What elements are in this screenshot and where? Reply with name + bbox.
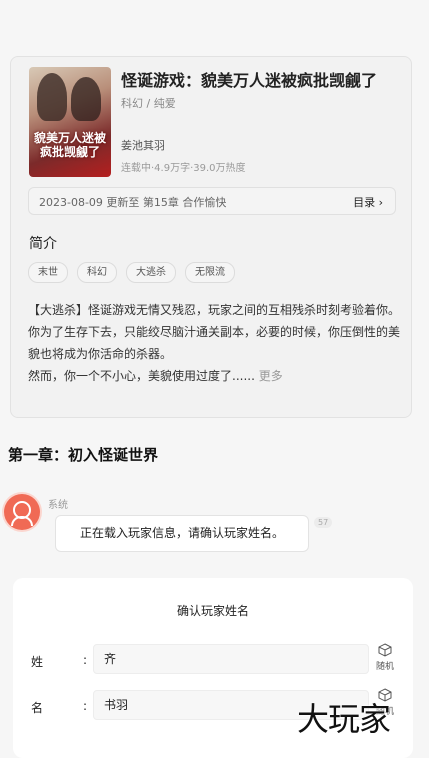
chapter-title: 第一章：初入怪诞世界 bbox=[8, 446, 159, 464]
toc-button[interactable]: 目录 › bbox=[353, 194, 383, 210]
user-body-icon bbox=[11, 516, 33, 526]
tag[interactable]: 大逃杀 bbox=[126, 262, 176, 283]
update-info: 2023-08-09 更新至 第15章 合作愉快 bbox=[39, 196, 227, 209]
tag[interactable]: 无限流 bbox=[185, 262, 235, 283]
random-surname-button[interactable]: 随机 bbox=[373, 643, 397, 672]
intro-line-last: 然而，你一个不小心，美貌使用过度了...... 更多 bbox=[28, 365, 400, 387]
random-label: 随机 bbox=[375, 662, 394, 672]
cover-figure bbox=[37, 73, 67, 121]
form-heading: 确认玩家姓名 bbox=[176, 604, 249, 618]
book-title: 怪诞游戏：貌美万人迷被疯批觊觎了 bbox=[121, 71, 378, 90]
tag-list: 末世 科幻 大逃杀 无限流 bbox=[28, 262, 235, 283]
book-cover[interactable]: 貌美万人迷被疯批觊觎了 bbox=[29, 67, 111, 177]
intro-heading: 简介 bbox=[29, 236, 57, 252]
colon: : bbox=[83, 699, 88, 713]
book-stats: 连载中·4.9万字·39.0万热度 bbox=[121, 163, 246, 174]
cover-figure bbox=[71, 77, 101, 121]
given-name-label: 名 bbox=[31, 701, 44, 715]
book-author[interactable]: 姜池其羽 bbox=[121, 137, 165, 153]
sender-name: 系统 bbox=[48, 500, 68, 511]
system-avatar bbox=[4, 494, 40, 530]
book-genre: 科幻 / 纯爱 bbox=[121, 97, 176, 110]
message-badge: 57 bbox=[314, 517, 333, 528]
cover-title: 貌美万人迷被疯批觊觎了 bbox=[33, 131, 106, 159]
tag[interactable]: 科幻 bbox=[77, 262, 117, 283]
message-bubble: 正在载入玩家信息，请确认玩家姓名。 bbox=[55, 515, 309, 552]
more-link[interactable]: 更多 bbox=[259, 369, 283, 383]
book-card: 貌美万人迷被疯批觊觎了 怪诞游戏：貌美万人迷被疯批觊觎了 科幻 / 纯爱 姜池其… bbox=[10, 56, 412, 418]
tag[interactable]: 末世 bbox=[28, 262, 68, 283]
update-bar[interactable]: 2023-08-09 更新至 第15章 合作愉快 目录 › bbox=[28, 187, 396, 215]
colon: : bbox=[83, 653, 88, 667]
intro-description: 【大逃杀】怪诞游戏无情又残忍，玩家之间的互相残杀时刻考验着你。你为了生存下去，只… bbox=[28, 299, 400, 387]
cube-icon bbox=[378, 643, 392, 657]
intro-line: 【大逃杀】怪诞游戏无情又残忍，玩家之间的互相残杀时刻考验着你。你为了生存下去，只… bbox=[28, 303, 401, 361]
chevron-right-icon: › bbox=[378, 196, 383, 209]
surname-label: 姓 bbox=[31, 655, 44, 669]
watermark-logo: 大玩家 bbox=[297, 700, 391, 738]
toc-label: 目录 bbox=[353, 196, 376, 209]
surname-field[interactable]: 齐 bbox=[93, 644, 369, 674]
intro-line: 然而，你一个不小心，美貌使用过度了...... bbox=[28, 369, 255, 383]
